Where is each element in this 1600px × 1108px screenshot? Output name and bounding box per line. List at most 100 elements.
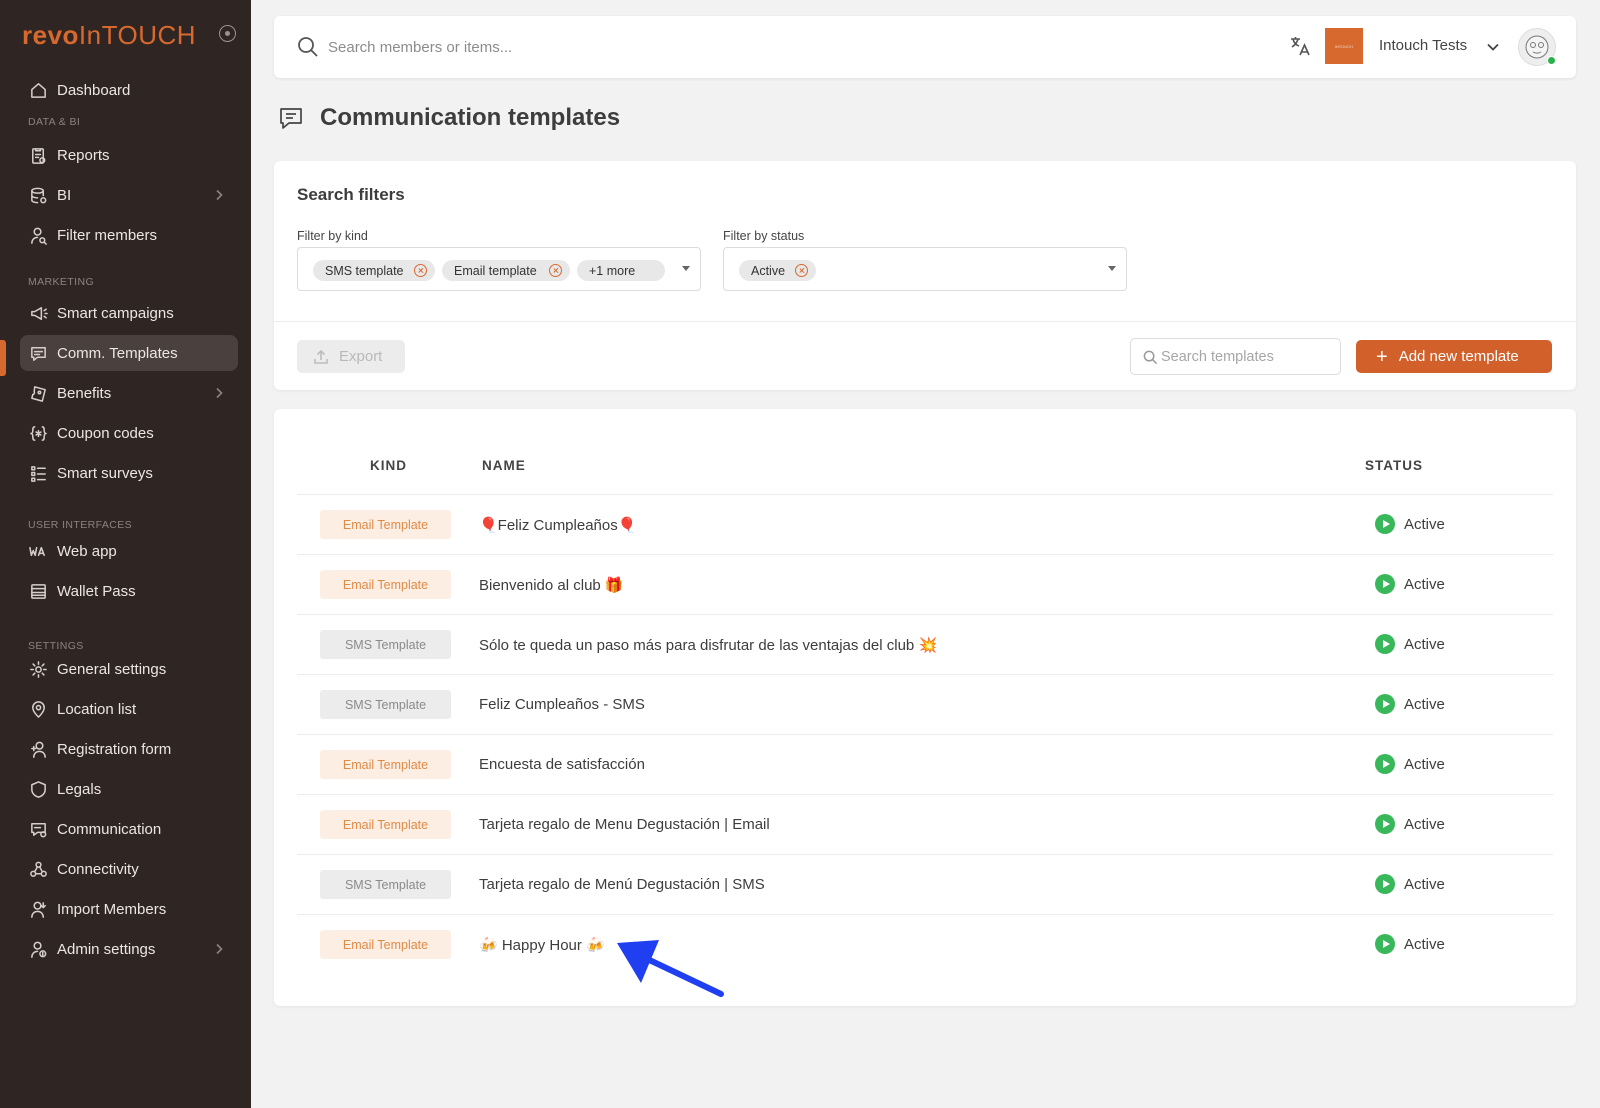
kind-badge: Email Template bbox=[320, 810, 451, 839]
export-button[interactable]: Export bbox=[297, 340, 405, 373]
top-bar: INTOUCH Intouch Tests bbox=[274, 16, 1576, 78]
table-row[interactable]: SMS Template Sólo te queda un paso más pa… bbox=[297, 614, 1553, 674]
sidebar-item-communication[interactable]: Communication bbox=[20, 811, 238, 847]
column-header-name[interactable]: NAME bbox=[482, 458, 526, 473]
template-search[interactable] bbox=[1130, 338, 1341, 375]
kind-badge: SMS Template bbox=[320, 690, 451, 719]
sidebar-item-label: BI bbox=[57, 186, 72, 204]
kind-chip-label: Email template bbox=[454, 263, 537, 278]
brand-logo[interactable]: revoInTOUCH bbox=[22, 20, 196, 51]
more-chips[interactable]: +1 more bbox=[577, 260, 665, 281]
kind-chip[interactable]: SMS template bbox=[313, 260, 435, 281]
table-row[interactable]: Email Template 🎈Feliz Cumpleaños🎈 Active bbox=[297, 494, 1553, 554]
table-row[interactable]: Email Template 🍻 Happy Hour 🍻 Active bbox=[297, 914, 1553, 974]
message-icon bbox=[277, 104, 305, 132]
table-row[interactable]: SMS Template Feliz Cumpleaños - SMS Active bbox=[297, 674, 1553, 734]
pwa-icon bbox=[28, 541, 48, 561]
search-icon bbox=[296, 35, 320, 59]
status-indicator: Active bbox=[1375, 514, 1445, 534]
sidebar-item-label: Admin settings bbox=[57, 940, 156, 958]
column-header-kind[interactable]: KIND bbox=[370, 458, 407, 473]
caret-down-icon[interactable] bbox=[1108, 266, 1116, 271]
add-new-template-button[interactable]: + Add new template bbox=[1356, 340, 1552, 373]
sidebar-item-smart-campaigns[interactable]: Smart campaigns bbox=[20, 295, 238, 331]
sidebar-item-connectivity[interactable]: Connectivity bbox=[20, 851, 238, 887]
status-indicator: Active bbox=[1375, 814, 1445, 834]
message-settings-icon bbox=[28, 819, 48, 839]
table-row[interactable]: SMS Template Tarjeta regalo de Menú Degus… bbox=[297, 854, 1553, 914]
search-filters-card: Search filters Filter by kind SMS templa… bbox=[274, 161, 1576, 390]
connectivity-icon bbox=[28, 859, 48, 879]
filter-kind-select[interactable]: SMS template Email template +1 more bbox=[297, 247, 701, 291]
template-name[interactable]: Bienvenido al club 🎁 bbox=[479, 576, 624, 594]
sidebar-item-label: Communication bbox=[57, 820, 162, 838]
sidebar-item-smart-surveys[interactable]: Smart surveys bbox=[20, 455, 238, 491]
kind-chip[interactable]: Email template bbox=[442, 260, 570, 281]
sidebar-item-wallet-pass[interactable]: Wallet Pass bbox=[20, 573, 238, 609]
user-plus-icon bbox=[28, 739, 48, 759]
sidebar-item-general-settings[interactable]: General settings bbox=[20, 651, 238, 687]
translate-icon[interactable] bbox=[1288, 34, 1312, 58]
table-row[interactable]: Email Template Encuesta de satisfacción Ac… bbox=[297, 734, 1553, 794]
sidebar-item-coupon-codes[interactable]: Coupon codes bbox=[20, 415, 238, 451]
divider bbox=[274, 321, 1576, 322]
sidebar-item-web-app[interactable]: Web app bbox=[20, 533, 238, 569]
sidebar-item-label: Benefits bbox=[57, 384, 112, 402]
sidebar-item-benefits[interactable]: Benefits bbox=[20, 375, 238, 411]
sidebar-item-location-list[interactable]: Location list bbox=[20, 691, 238, 727]
template-search-input[interactable] bbox=[1161, 347, 1331, 367]
user-avatar[interactable] bbox=[1518, 28, 1556, 66]
chevron-right-icon[interactable] bbox=[212, 386, 226, 400]
sidebar-item-dashboard[interactable]: Dashboard bbox=[20, 72, 238, 108]
kind-badge: SMS Template bbox=[320, 630, 451, 659]
ticket-icon bbox=[28, 383, 48, 403]
filter-kind-label: Filter by kind bbox=[297, 229, 368, 243]
play-status-icon bbox=[1375, 874, 1395, 894]
table-row[interactable]: Email Template Tarjeta regalo de Menu Deg… bbox=[297, 794, 1553, 854]
sidebar-item-filter-members[interactable]: Filter members bbox=[20, 217, 238, 253]
caret-down-icon[interactable] bbox=[682, 266, 690, 271]
chevron-down-icon[interactable] bbox=[1486, 40, 1500, 54]
chevron-right-icon[interactable] bbox=[212, 188, 226, 202]
template-name[interactable]: Feliz Cumpleaños - SMS bbox=[479, 696, 645, 713]
template-name[interactable]: 🍻 Happy Hour 🍻 bbox=[479, 936, 605, 954]
template-name[interactable]: Tarjeta regalo de Menu Degustación | Ema… bbox=[479, 816, 770, 833]
table-row[interactable]: Email Template Bienvenido al club 🎁 Active bbox=[297, 554, 1553, 614]
sidebar-item-import-members[interactable]: Import Members bbox=[20, 891, 238, 927]
sidebar-toggle-icon[interactable] bbox=[219, 25, 236, 42]
remove-chip-icon[interactable] bbox=[414, 264, 427, 277]
more-chips-label: +1 more bbox=[589, 263, 636, 278]
search-icon bbox=[1143, 350, 1158, 365]
sidebar-item-registration-form[interactable]: Registration form bbox=[20, 731, 238, 767]
template-name[interactable]: 🎈Feliz Cumpleaños🎈 bbox=[479, 516, 636, 534]
kind-chip-label: SMS template bbox=[325, 263, 404, 278]
template-name[interactable]: Sólo te queda un paso más para disfrutar… bbox=[479, 636, 937, 654]
status-indicator: Active bbox=[1375, 694, 1445, 714]
user-search-icon bbox=[28, 225, 48, 245]
brand-name-bold: revo bbox=[22, 20, 79, 50]
global-search-input[interactable] bbox=[328, 34, 828, 60]
sidebar-item-bi[interactable]: BI bbox=[20, 177, 238, 213]
remove-chip-icon[interactable] bbox=[795, 264, 808, 277]
add-button-label: Add new template bbox=[1398, 348, 1519, 365]
remove-chip-icon[interactable] bbox=[549, 264, 562, 277]
sidebar-item-label: Legals bbox=[57, 780, 102, 798]
organization-logo[interactable]: INTOUCH bbox=[1325, 28, 1363, 64]
filter-status-select[interactable]: Active bbox=[723, 247, 1127, 291]
sidebar-item-label: Filter members bbox=[57, 226, 158, 244]
active-indicator bbox=[0, 340, 6, 376]
sidebar-item-admin-settings[interactable]: Admin settings bbox=[20, 931, 238, 967]
template-name[interactable]: Encuesta de satisfacción bbox=[479, 756, 645, 773]
organization-name[interactable]: Intouch Tests bbox=[1379, 37, 1467, 54]
kind-badge: Email Template bbox=[320, 750, 451, 779]
column-header-status[interactable]: STATUS bbox=[1365, 458, 1423, 473]
sidebar-item-legals[interactable]: Legals bbox=[20, 771, 238, 807]
sidebar-item-comm-templates[interactable]: Comm. Templates bbox=[20, 335, 238, 371]
status-text: Active bbox=[1404, 755, 1445, 773]
status-chip[interactable]: Active bbox=[739, 260, 816, 281]
template-name[interactable]: Tarjeta regalo de Menú Degustación | SMS bbox=[479, 876, 765, 893]
status-text: Active bbox=[1404, 515, 1445, 533]
sidebar-item-reports[interactable]: Reports bbox=[20, 137, 238, 173]
chevron-right-icon[interactable] bbox=[212, 942, 226, 956]
admin-icon bbox=[28, 939, 48, 959]
